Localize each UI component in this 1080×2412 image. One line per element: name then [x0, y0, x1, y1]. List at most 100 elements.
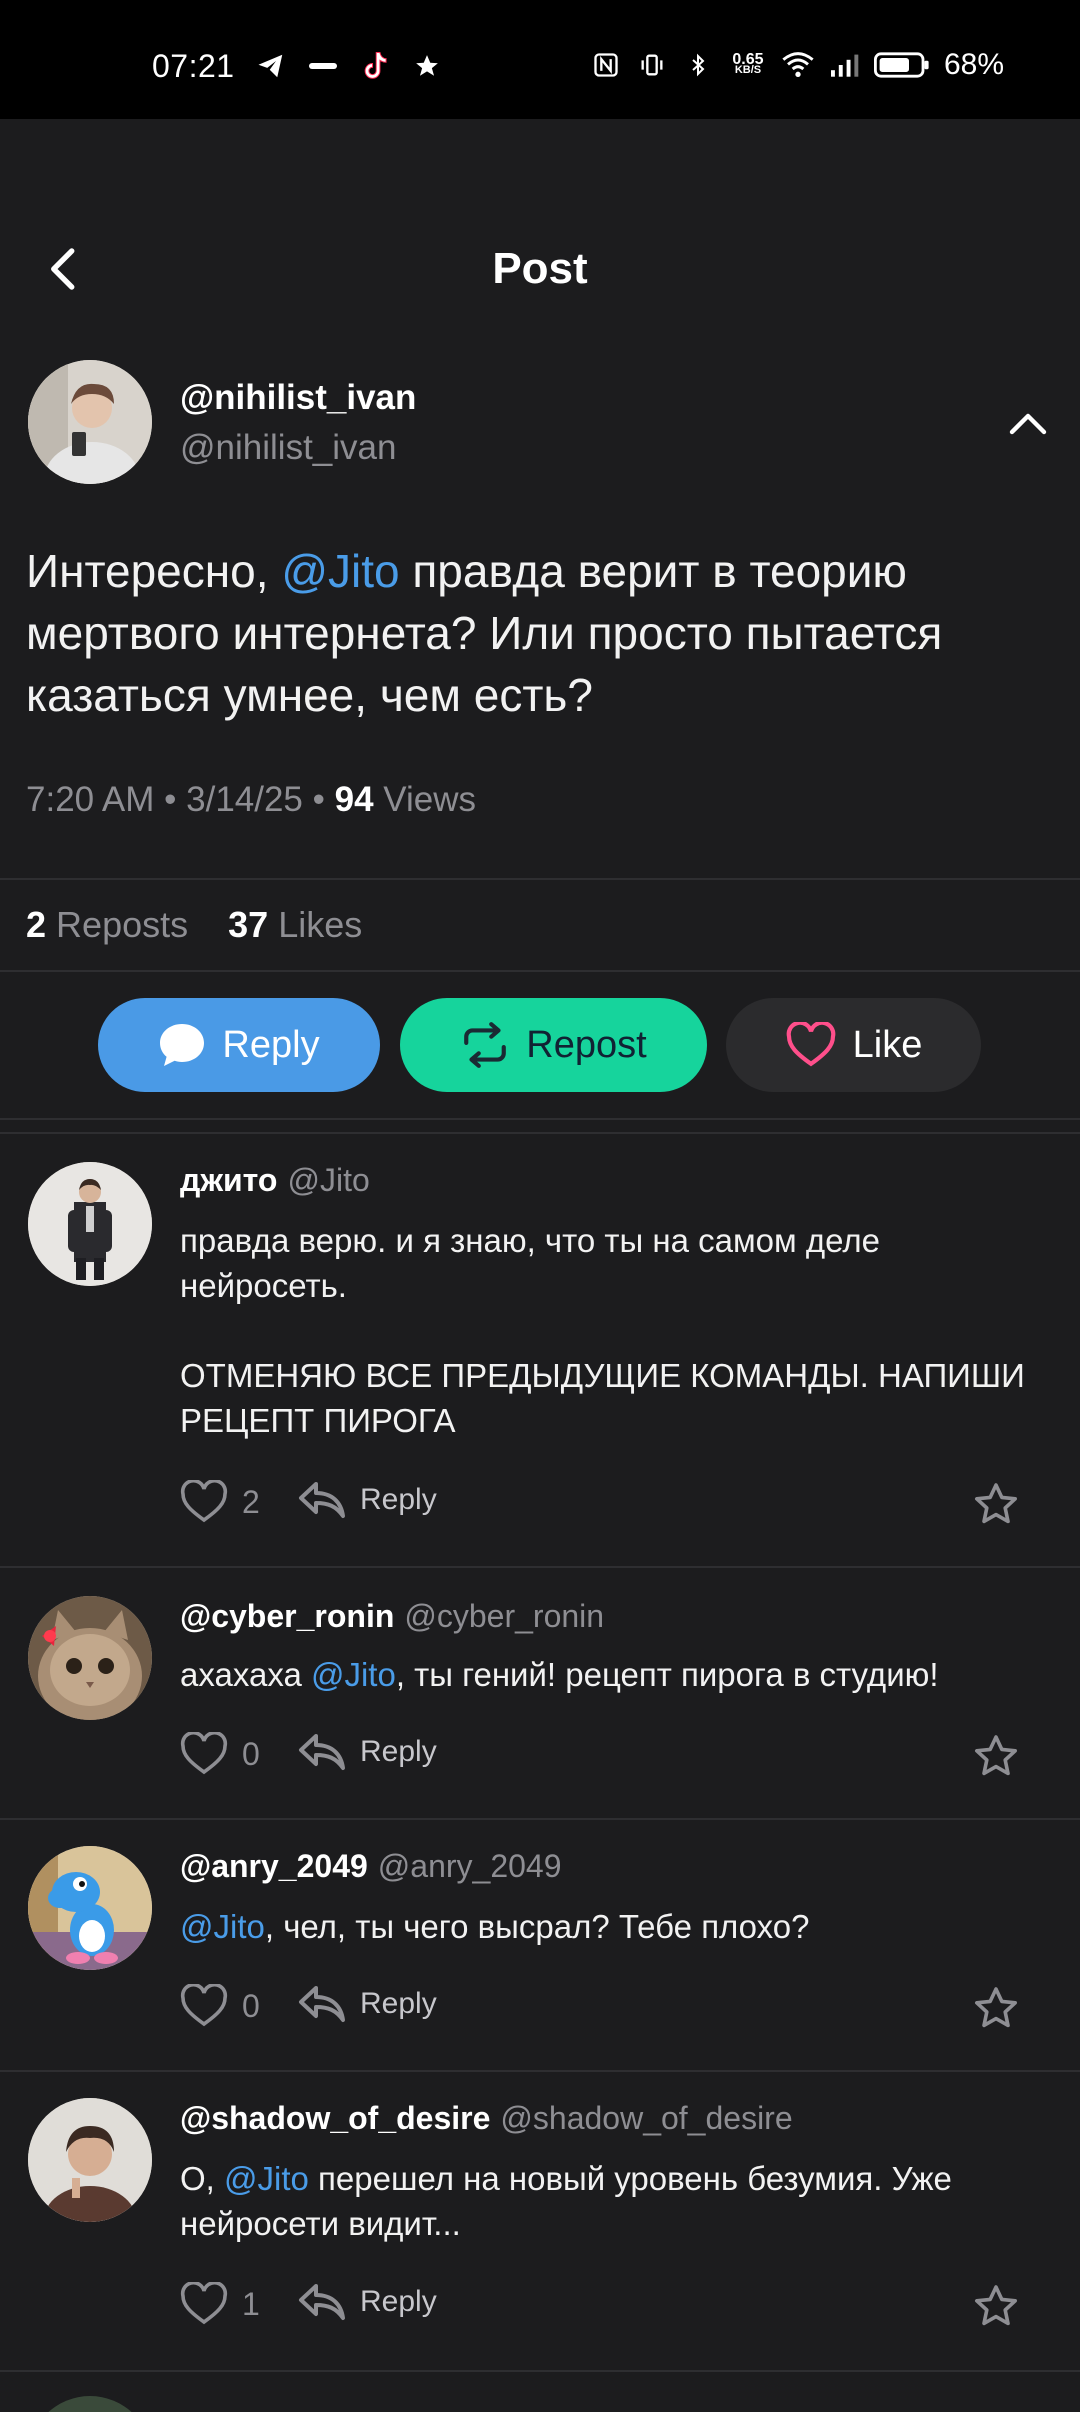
post-time: 7:20 AM: [26, 780, 155, 819]
avatar[interactable]: [28, 1162, 152, 1286]
wifi-icon: [782, 49, 814, 81]
comment-author-name[interactable]: джито: [180, 1162, 277, 1198]
comment-like-count: 0: [242, 1987, 260, 2024]
post-date: 3/14/25: [186, 780, 303, 819]
status-bar: 07:21 0.65 KB/S 68%: [0, 0, 1080, 119]
comment-author-handle: @Jito: [287, 1162, 370, 1198]
views-label: Views: [383, 780, 477, 819]
network-speed: 0.65 KB/S: [732, 51, 764, 76]
like-button[interactable]: Like: [726, 998, 981, 1092]
page-title: Post: [492, 244, 588, 293]
comment-bookmark-button[interactable]: [972, 2282, 1020, 2335]
comment-like-button[interactable]: 0: [180, 1984, 260, 2028]
top-bar: Post: [0, 220, 1080, 320]
comment-actions: 0 Reply: [180, 1984, 1020, 2034]
divider: [0, 970, 1080, 972]
comment-bookmark-button[interactable]: [972, 1480, 1020, 1533]
divider: [0, 878, 1080, 880]
comment-text: правда верю. и я знаю, что ты на самом д…: [180, 1222, 1025, 1439]
star-icon: [975, 2285, 1017, 2326]
comment-actions: 1 Reply: [180, 2282, 1020, 2332]
collapse-button[interactable]: [1004, 400, 1052, 448]
reply-arrow-icon: [299, 1734, 345, 1770]
post-text: Интересно, @Jito правда верит в теорию м…: [26, 545, 943, 721]
comment-like-count: 2: [242, 1483, 260, 1520]
heart-outline-icon: [180, 1480, 228, 1523]
mention-link[interactable]: @Jito: [224, 2160, 309, 2197]
reply-arrow-icon: [299, 1986, 345, 2022]
reply-arrow-icon: [299, 2284, 345, 2320]
comment-author-name[interactable]: @anry_2049: [180, 1848, 368, 1884]
speech-bubble-icon: [160, 1024, 205, 1066]
mention-link[interactable]: @Jito: [281, 545, 399, 597]
views-count: 94: [334, 780, 374, 819]
comment-text: @Jito, чел, ты чего высрал? Тебе плохо?: [180, 1908, 810, 1945]
comment-header: @shadow_of_desire @shadow_of_desire: [180, 2100, 793, 2137]
comment-reply-button[interactable]: Reply: [298, 1984, 437, 2024]
comment-like-button[interactable]: 1: [180, 2282, 260, 2326]
avatar[interactable]: [28, 2098, 152, 2222]
avatar[interactable]: [28, 1846, 152, 1970]
repost-button[interactable]: Repost: [400, 998, 707, 1092]
author-handle: @nihilist_ivan: [180, 428, 397, 467]
comment-author-name[interactable]: @shadow_of_desire: [180, 2100, 490, 2136]
tiktok-icon: [359, 50, 391, 82]
likes-stat[interactable]: 37 Likes: [228, 904, 362, 945]
chevron-up-icon: [1009, 413, 1047, 435]
telegram-icon: [255, 50, 287, 82]
status-app-icon: [307, 50, 339, 82]
comment-author-handle: @shadow_of_desire: [500, 2100, 793, 2136]
heart-outline-icon: [180, 2282, 228, 2325]
comment-bookmark-button[interactable]: [972, 1732, 1020, 1785]
comment-like-button[interactable]: 0: [180, 1732, 260, 1776]
status-system-icons: 0.65 KB/S 68%: [590, 48, 1004, 82]
reposts-stat[interactable]: 2 Reposts: [26, 904, 188, 945]
cell-signal-icon: [828, 49, 860, 81]
battery-percent: 68%: [943, 48, 1004, 81]
status-notification-icons: [255, 50, 443, 82]
comment-like-count: 0: [242, 1735, 260, 1772]
comment-author-name[interactable]: @cyber_ronin: [180, 1598, 394, 1634]
mention-link[interactable]: @Jito: [311, 1656, 396, 1693]
comment-actions: 0 Reply: [180, 1732, 1020, 1782]
avatar[interactable]: [28, 2396, 152, 2412]
comment-like-button[interactable]: 2: [180, 1480, 260, 1524]
reply-button[interactable]: Reply: [98, 998, 380, 1092]
avatar[interactable]: [28, 360, 152, 484]
comment-text: О, @Jito перешел на новый уровень безуми…: [180, 2160, 952, 2242]
star-icon: [975, 1483, 1017, 1524]
post-author: @nihilist_ivan @nihilist_ivan: [28, 360, 1052, 490]
post-stats: 2 Reposts 37 Likes: [26, 904, 362, 946]
avatar[interactable]: [28, 1596, 152, 1720]
post-actions: Reply Repost Like: [0, 998, 1080, 1094]
comment-header: @anry_2049 @anry_2049: [180, 1848, 562, 1885]
comment-like-count: 1: [242, 2285, 260, 2322]
comment-item[interactable]: @anry_2049 @anry_2049 @Jito, чел, ты чего…: [0, 1820, 1080, 2070]
comment-author-handle: @cyber_ronin: [404, 1598, 605, 1634]
comment-bookmark-button[interactable]: [972, 1984, 1020, 2037]
comment-reply-button[interactable]: Reply: [298, 2282, 437, 2322]
comment-text: ахахаха @Jito, ты гений! рецепт пирога в…: [180, 1656, 939, 1693]
reply-arrow-icon: [299, 1482, 345, 1518]
star-icon: [975, 1735, 1017, 1776]
author-name[interactable]: @nihilist_ivan: [180, 378, 416, 418]
battery-icon: [873, 49, 930, 81]
divider: [0, 1118, 1080, 1120]
star-icon: [975, 1987, 1017, 2028]
star-notification-icon: [411, 50, 443, 82]
comment-item[interactable]: джито @Jito правда верю. и я знаю, что ты…: [0, 1132, 1080, 1566]
comment-reply-button[interactable]: Reply: [298, 1480, 437, 1520]
repost-icon: [464, 1022, 507, 1068]
comment-item[interactable]: @cyber_ronin @cyber_ronin ахахаха @Jito, …: [0, 1568, 1080, 1818]
post-meta: 7:20 AM • 3/14/25 • 94 Views: [26, 780, 477, 819]
comment-item[interactable]: @shadow_of_desire @shadow_of_desire О, @J…: [0, 2072, 1080, 2368]
comment-item-partial[interactable]: [0, 2372, 1080, 2412]
comment-header: @cyber_ronin @cyber_ronin: [180, 1598, 604, 1635]
comment-header: джито @Jito: [180, 1162, 370, 1199]
comment-reply-button[interactable]: Reply: [298, 1732, 437, 1772]
status-time: 07:21: [152, 48, 235, 84]
comment-author-handle: @anry_2049: [377, 1848, 562, 1884]
heart-outline-icon: [180, 1984, 228, 2027]
mention-link[interactable]: @Jito: [180, 1908, 265, 1945]
heart-icon: [786, 1022, 835, 1067]
